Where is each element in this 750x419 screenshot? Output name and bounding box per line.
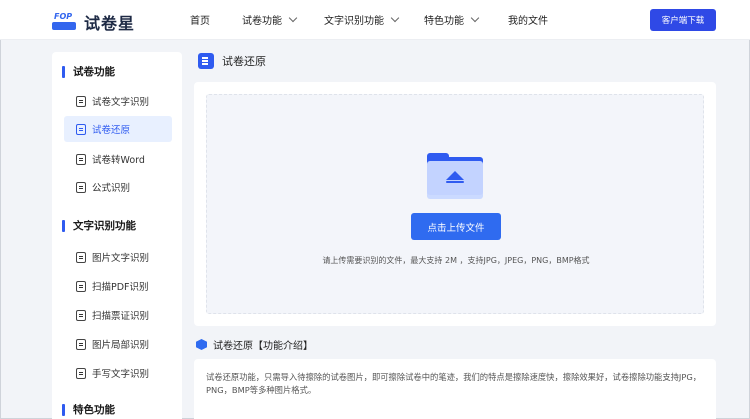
- sidebar-item-scan-pdf[interactable]: 扫描PDF识别: [64, 273, 172, 299]
- image-text-icon: [76, 251, 86, 263]
- sidebar-item-exam-text-recognition[interactable]: 试卷文字识别: [64, 88, 172, 114]
- sidebar-item-label: 试卷还原: [92, 125, 131, 136]
- sidebar-item-label: 图片文字识别: [92, 253, 150, 264]
- chevron-down-icon: [288, 13, 298, 23]
- logo-icon: FOP: [52, 12, 78, 32]
- sidebar-item-formula-recognition[interactable]: 公式识别: [64, 174, 172, 200]
- sidebar-item-label: 扫描PDF识别: [92, 282, 149, 293]
- sidebar-item-label: 手写文字识别: [92, 369, 150, 380]
- nav-home-label: 首页: [190, 16, 210, 27]
- formula-icon: [76, 181, 86, 193]
- sidebar-item-exam-restore[interactable]: 试卷还原: [64, 116, 172, 142]
- intro-title: 试卷还原【功能介绍】: [213, 341, 313, 352]
- sidebar-item-label: 扫描票证识别: [92, 311, 150, 322]
- intro-header: 试卷还原【功能介绍】: [196, 337, 313, 352]
- top-navbar: FOP 试卷星 首页 试卷功能 文字识别功能 特色功能 我的文件 客户端下载: [0, 0, 750, 40]
- logo-text: 试卷星: [84, 14, 136, 33]
- handwriting-icon: [76, 367, 86, 379]
- sidebar-item-label: 试卷转Word: [92, 155, 145, 166]
- nav-exam-functions-label: 试卷功能: [242, 16, 282, 27]
- word-icon: [76, 153, 86, 165]
- cube-icon: [196, 339, 207, 350]
- sidebar-item-image-text[interactable]: 图片文字识别: [64, 244, 172, 270]
- scan-doc-icon: [76, 95, 86, 107]
- page-title: 试卷还原: [222, 55, 266, 68]
- nav-exam-functions[interactable]: 试卷功能: [242, 12, 298, 27]
- sidebar-group-text-recognition: 文字识别功能: [62, 218, 136, 233]
- pdf-icon: [76, 280, 86, 292]
- intro-text: 试卷还原功能，只需导入待擦除的试卷图片，即可擦除试卷中的笔迹，我们的特点是擦除速…: [206, 372, 702, 395]
- sidebar-item-image-partial[interactable]: 图片局部识别: [64, 331, 172, 357]
- upload-dropzone[interactable]: 点击上传文件 请上传需要识别的文件，最大支持 2M ，支持JPG，JPEG，PN…: [206, 94, 704, 314]
- sidebar-group-exam: 试卷功能: [62, 64, 115, 79]
- sidebar: 试卷功能 试卷文字识别 试卷还原 试卷转Word 公式识别 文字识别功能 图片文…: [52, 52, 182, 419]
- doc-restore-icon: [76, 123, 86, 135]
- upload-file-button[interactable]: 点击上传文件: [411, 213, 501, 240]
- logo[interactable]: FOP 试卷星: [52, 10, 135, 34]
- doc-restore-icon: [198, 53, 214, 69]
- ticket-icon: [76, 309, 86, 321]
- upload-card: 点击上传文件 请上传需要识别的文件，最大支持 2M ，支持JPG，JPEG，PN…: [194, 82, 716, 326]
- nav-my-files-label: 我的文件: [508, 16, 548, 27]
- sidebar-item-label: 图片局部识别: [92, 340, 150, 351]
- intro-card: 试卷还原功能，只需导入待擦除的试卷图片，即可擦除试卷中的笔迹，我们的特点是擦除速…: [194, 359, 716, 419]
- crop-icon: [76, 338, 86, 350]
- nav-text-recognition[interactable]: 文字识别功能: [324, 12, 400, 27]
- nav-text-recognition-label: 文字识别功能: [324, 16, 384, 27]
- upload-hint: 请上传需要识别的文件，最大支持 2M ，支持JPG，JPEG，PNG，BMP格式: [322, 256, 590, 265]
- chevron-down-icon: [390, 13, 400, 23]
- sidebar-item-scan-ticket[interactable]: 扫描票证识别: [64, 302, 172, 328]
- client-download-button[interactable]: 客户端下载: [650, 9, 716, 31]
- nav-special-features[interactable]: 特色功能: [424, 12, 480, 27]
- sidebar-item-label: 公式识别: [92, 183, 131, 194]
- sidebar-item-label: 试卷文字识别: [92, 97, 150, 108]
- chevron-down-icon: [470, 13, 480, 23]
- nav-home[interactable]: 首页: [190, 12, 210, 27]
- nav-my-files[interactable]: 我的文件: [508, 12, 548, 27]
- sidebar-item-exam-to-word[interactable]: 试卷转Word: [64, 146, 172, 172]
- folder-upload-icon: [427, 153, 483, 199]
- page-header: 试卷还原: [198, 53, 266, 69]
- logo-small-text: FOP: [54, 12, 73, 21]
- sidebar-item-handwriting[interactable]: 手写文字识别: [64, 360, 172, 386]
- nav-special-features-label: 特色功能: [424, 16, 464, 27]
- sidebar-group-special: 特色功能: [62, 402, 115, 417]
